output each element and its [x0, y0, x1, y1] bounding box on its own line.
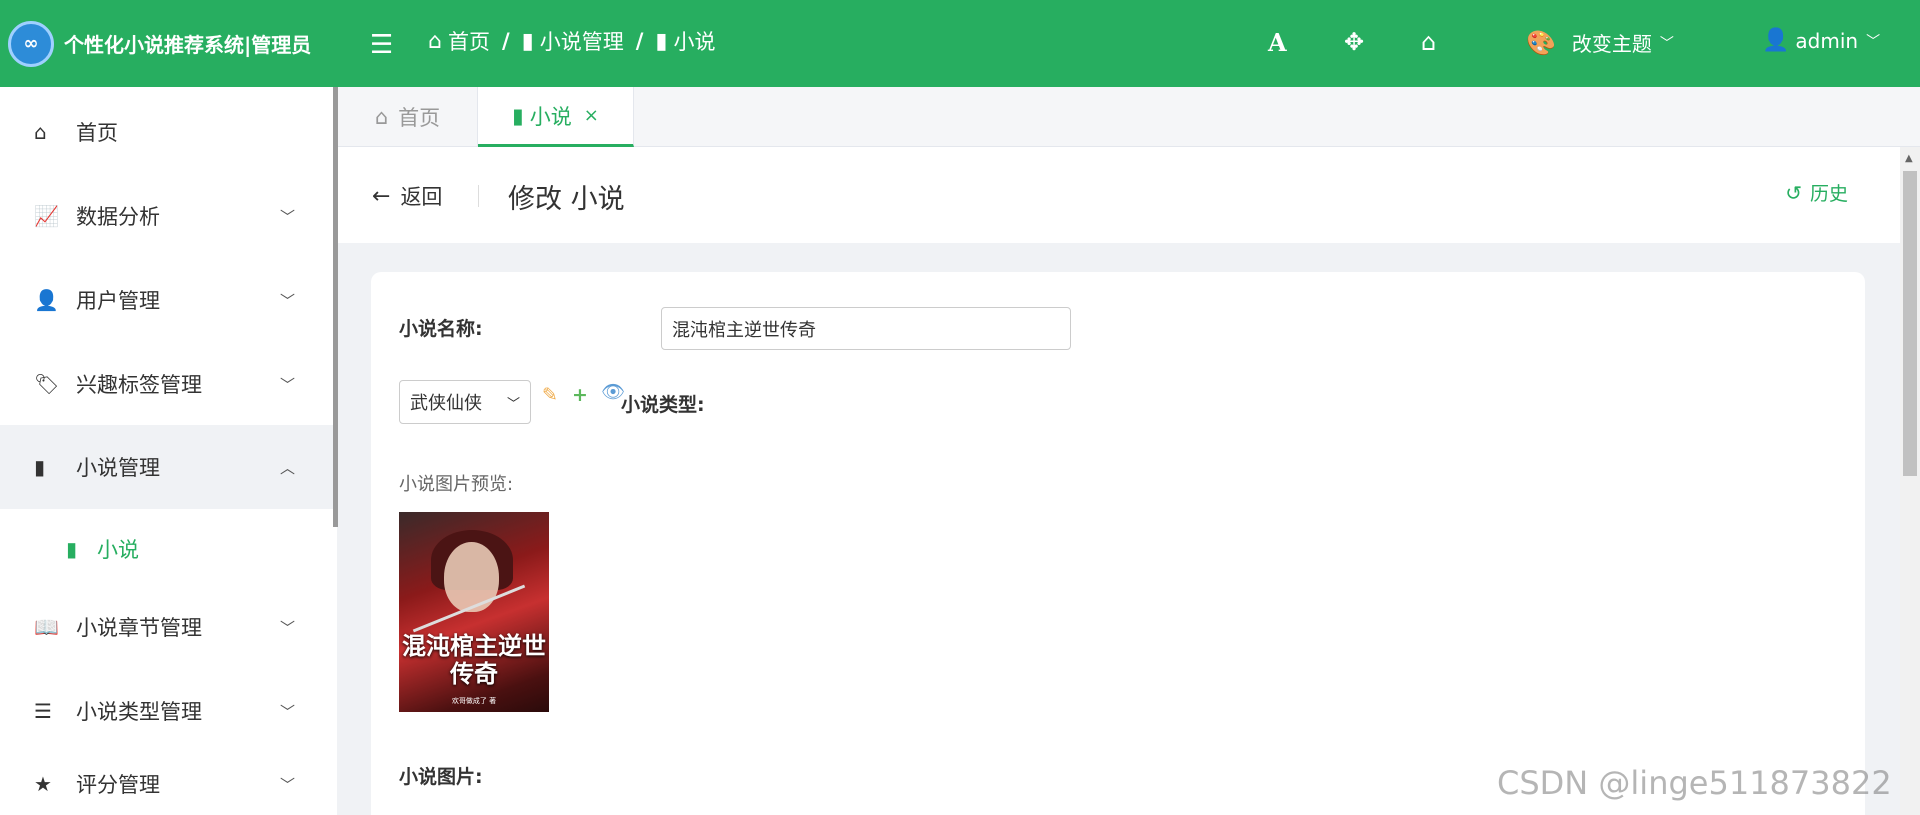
sidebar-item-label: 小说管理 — [76, 456, 160, 480]
book-icon: ▮ — [655, 28, 668, 54]
history-icon: ↺ — [1785, 180, 1802, 205]
palette-icon: 🎨 — [1526, 28, 1556, 57]
top-header: ∞ 个性化小说推荐系统|管理员 ☰ ⌂ 首页 / ▮ 小说管理 / ▮ 小说 A… — [0, 0, 1920, 87]
pencil-icon[interactable]: ✎ — [542, 384, 558, 406]
sidebar-item-user-management[interactable]: 👤 用户管理 ﹀ — [0, 258, 333, 342]
breadcrumb-separator: / — [635, 29, 644, 53]
chevron-down-icon: ﹀ — [1659, 35, 1674, 52]
novel-name-label: 小说名称: — [399, 318, 483, 340]
app-root: ∞ 个性化小说推荐系统|管理员 ☰ ⌂ 首页 / ▮ 小说管理 / ▮ 小说 A… — [0, 0, 1920, 815]
sidebar-item-home[interactable]: ⌂ 首页 — [0, 90, 333, 174]
novel-cover-image: 混沌棺主逆世传奇 欢哥做成了 著 — [399, 512, 549, 712]
sidebar-item-label: 用户管理 — [76, 289, 160, 313]
breadcrumb-item-novel: 小说 — [673, 30, 716, 54]
sidebar-item-label: 数据分析 — [76, 205, 160, 229]
tags-icon: 🏷 — [34, 372, 60, 396]
breadcrumb-separator: / — [501, 29, 510, 53]
theme-switcher[interactable]: 🎨 改变主题 ﹀ — [1526, 28, 1674, 57]
logo: ∞ 个性化小说推荐系统|管理员 — [0, 0, 337, 87]
scroll-up-icon[interactable]: ▲ — [1905, 153, 1913, 164]
chevron-down-icon: ﹀ — [279, 291, 295, 310]
sidebar-item-type-management[interactable]: ☰ 小说类型管理 ﹀ — [0, 669, 333, 753]
sidebar-item-label: 小说章节管理 — [76, 616, 202, 640]
breadcrumb-item-novel-management[interactable]: 小说管理 — [540, 26, 624, 56]
back-button[interactable]: ← 返回 — [372, 181, 442, 211]
novel-type-label: 小说类型: — [621, 394, 705, 416]
book-icon: ▮ — [521, 28, 534, 54]
home-icon: ⌂ — [428, 28, 442, 54]
breadcrumb-item-home[interactable]: 首页 — [448, 26, 490, 56]
chevron-down-icon: ﹀ — [279, 702, 295, 721]
home-icon: ⌂ — [34, 120, 47, 144]
plus-icon[interactable]: + — [572, 384, 588, 406]
arrow-left-icon: ← — [372, 183, 391, 209]
user-icon: 👤 — [1762, 28, 1790, 53]
chevron-down-icon: ﹀ — [279, 207, 295, 226]
tab-bar: ⌂ 首页 ▮ 小说 × — [338, 87, 1920, 147]
cover-subtitle: 欢哥做成了 著 — [451, 697, 497, 705]
novel-name-input[interactable] — [661, 307, 1071, 350]
home-icon: ⌂ — [374, 105, 389, 129]
sidebar-item-novel-management[interactable]: ▮ 小说管理 ︿ — [0, 425, 333, 509]
sidebar-item-label: 小说类型管理 — [76, 700, 202, 724]
user-icon: 👤 — [34, 288, 59, 312]
font-size-icon[interactable]: A — [1268, 28, 1287, 57]
user-name: admin — [1795, 28, 1859, 53]
novel-type-selected: 武侠仙侠 — [410, 393, 482, 414]
sidebar-item-tag-management[interactable]: 🏷 兴趣标签管理 ﹀ — [0, 342, 333, 426]
history-button[interactable]: ↺ 历史 — [1785, 179, 1848, 206]
chevron-down-icon: ﹀ — [279, 375, 295, 394]
sidebar-item-label: 评分管理 — [76, 773, 160, 797]
book-icon: ▮ — [66, 537, 78, 561]
home-icon[interactable]: ⌂ — [1421, 28, 1436, 56]
theme-label: 改变主题 — [1571, 32, 1652, 56]
novel-image-label: 小说图片: — [399, 766, 483, 788]
tab-label: 小说 — [529, 104, 572, 129]
scrollbar-thumb[interactable] — [1903, 171, 1917, 476]
form-card: 小说名称: 武侠仙侠 ﹀ ✎ + 👁 小说类型: 小说图片预览: 混沌棺主逆世传… — [371, 272, 1865, 815]
cover-face — [444, 542, 499, 612]
app-title: 个性化小说推荐系统|管理员 — [64, 33, 312, 57]
sidebar-item-label: 兴趣标签管理 — [76, 373, 202, 397]
chart-line-icon: 📈 — [34, 204, 59, 228]
chevron-up-icon: ︿ — [279, 458, 295, 477]
list-icon: ☰ — [34, 699, 52, 723]
hamburger-menu-icon[interactable]: ☰ — [370, 30, 393, 60]
book-reader-icon: 📖 — [34, 615, 59, 639]
logo-icon: ∞ — [8, 20, 54, 67]
sidebar-subitem-novel[interactable]: ▮ 小说 — [0, 509, 333, 589]
tab-novel[interactable]: ▮ 小说 × — [478, 87, 634, 147]
chevron-down-icon: ﹀ — [1866, 33, 1881, 50]
chevron-down-icon: ﹀ — [506, 396, 520, 412]
logo-mark-text: ∞ — [23, 33, 39, 54]
close-icon[interactable]: × — [584, 105, 599, 126]
chevron-down-icon: ﹀ — [279, 775, 295, 794]
book-icon: ▮ — [34, 455, 46, 479]
chevron-down-icon: ﹀ — [279, 618, 295, 637]
tab-label: 首页 — [398, 106, 441, 130]
back-label: 返回 — [400, 185, 443, 209]
sidebar-item-rating-management[interactable]: ★ 评分管理 ﹀ — [0, 753, 333, 815]
sidebar-item-data-analysis[interactable]: 📈 数据分析 ﹀ — [0, 174, 333, 258]
cover-title: 混沌棺主逆世传奇 — [402, 632, 546, 688]
history-label: 历史 — [1809, 183, 1848, 205]
image-preview-label: 小说图片预览: — [399, 474, 514, 495]
divider — [478, 185, 479, 207]
breadcrumb: ⌂ 首页 / ▮ 小说管理 / ▮ 小说 — [428, 26, 716, 56]
sidebar-item-chapter-management[interactable]: 📖 小说章节管理 ﹀ — [0, 585, 333, 669]
user-menu[interactable]: 👤 admin ﹀ — [1762, 28, 1880, 53]
book-icon: ▮ — [512, 103, 524, 128]
sidebar-subitem-label: 小说 — [97, 538, 140, 562]
sidebar-item-label: 首页 — [76, 121, 118, 145]
page-scrollbar[interactable]: ▲ — [1900, 147, 1920, 815]
page-header: ← 返回 修改 小说 ↺ 历史 — [338, 147, 1900, 243]
tab-home[interactable]: ⌂ 首页 — [338, 87, 478, 147]
page-title: 修改 小说 — [508, 184, 625, 215]
fullscreen-icon[interactable]: ✥ — [1344, 28, 1364, 56]
star-icon: ★ — [34, 772, 52, 796]
watermark: CSDN @linge511873822 — [1497, 764, 1892, 802]
novel-type-select[interactable]: 武侠仙侠 ﹀ — [399, 380, 531, 424]
